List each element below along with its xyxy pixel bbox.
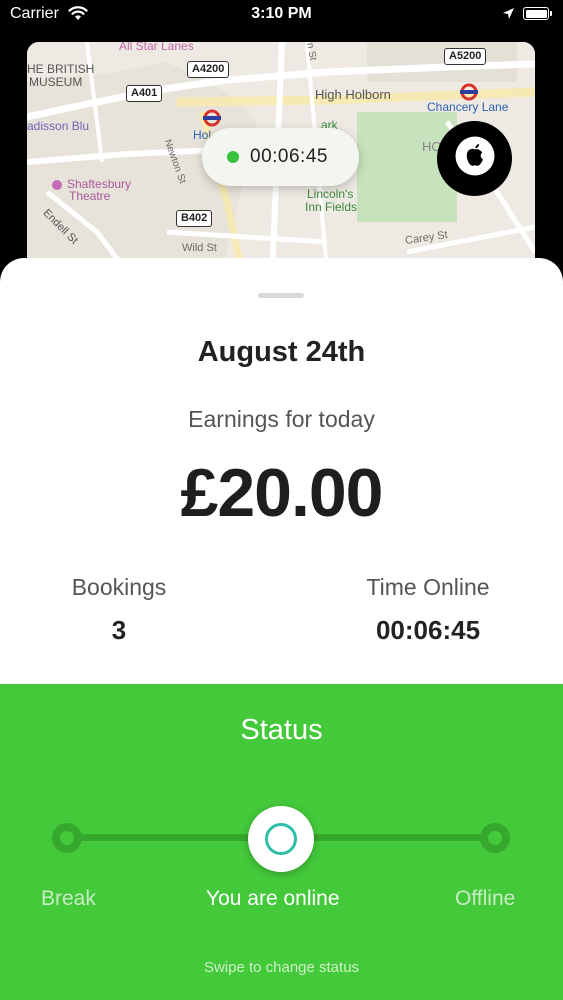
location-arrow-icon	[502, 7, 515, 25]
offline-node[interactable]	[480, 823, 510, 853]
status-slider-knob[interactable]	[248, 806, 314, 872]
map-label: Wild St	[182, 242, 217, 254]
bookings-value: 3	[111, 615, 127, 645]
map-label: Inn Fields	[305, 200, 358, 214]
earnings-sheet[interactable]: August 24th Earnings for today £20.00 Bo…	[0, 258, 563, 1000]
bookings-stat: Bookings 3	[19, 574, 219, 646]
clock: 3:10 PM	[251, 5, 312, 22]
earnings-label: Earnings for today	[188, 406, 375, 432]
online-timer-pill: 00:06:45	[202, 128, 359, 186]
road-shield: A5200	[444, 48, 487, 65]
bookings-label: Bookings	[71, 574, 167, 600]
status-bar: Carrier 3:10 PM	[0, 0, 563, 30]
status-option-offline[interactable]: Offline	[455, 887, 515, 911]
map-label: Lincoln's	[307, 187, 354, 201]
time-online-label: Time Online	[366, 574, 490, 600]
online-status-dot	[227, 151, 239, 163]
time-online-stat: Time Online 00:06:45	[328, 574, 528, 646]
map-label: Theatre	[69, 189, 111, 203]
apple-logo-button[interactable]	[437, 121, 512, 196]
time-online-value: 00:06:45	[375, 615, 481, 645]
status-panel: Status Break You are online Offline Swip…	[0, 684, 563, 1000]
map-label: All Star Lanes	[119, 42, 194, 53]
swipe-hint: Swipe to change status	[203, 959, 360, 976]
earnings-amount: £20.00	[180, 455, 384, 531]
map-label: HE BRITISH	[27, 62, 95, 76]
apple-logo-icon	[453, 134, 497, 183]
status-option-break[interactable]: Break	[41, 887, 96, 911]
map-label: adisson Blu	[27, 119, 90, 133]
online-timer: 00:06:45	[250, 146, 328, 167]
battery-icon	[523, 7, 552, 20]
sheet-grabber[interactable]	[258, 293, 304, 298]
map-label: High Holborn	[315, 87, 391, 102]
status-option-online[interactable]: You are online	[206, 887, 340, 911]
status-title: Status	[240, 714, 323, 746]
road-shield: B402	[176, 210, 213, 227]
knob-ring-icon	[265, 823, 297, 855]
map-label: MUSEUM	[29, 75, 83, 89]
date-title: August 24th	[197, 336, 366, 368]
break-node[interactable]	[52, 823, 82, 853]
map-label: Chancery Lane	[427, 100, 509, 114]
road-shield: A4200	[187, 61, 230, 78]
road-shield: A401	[126, 85, 163, 102]
